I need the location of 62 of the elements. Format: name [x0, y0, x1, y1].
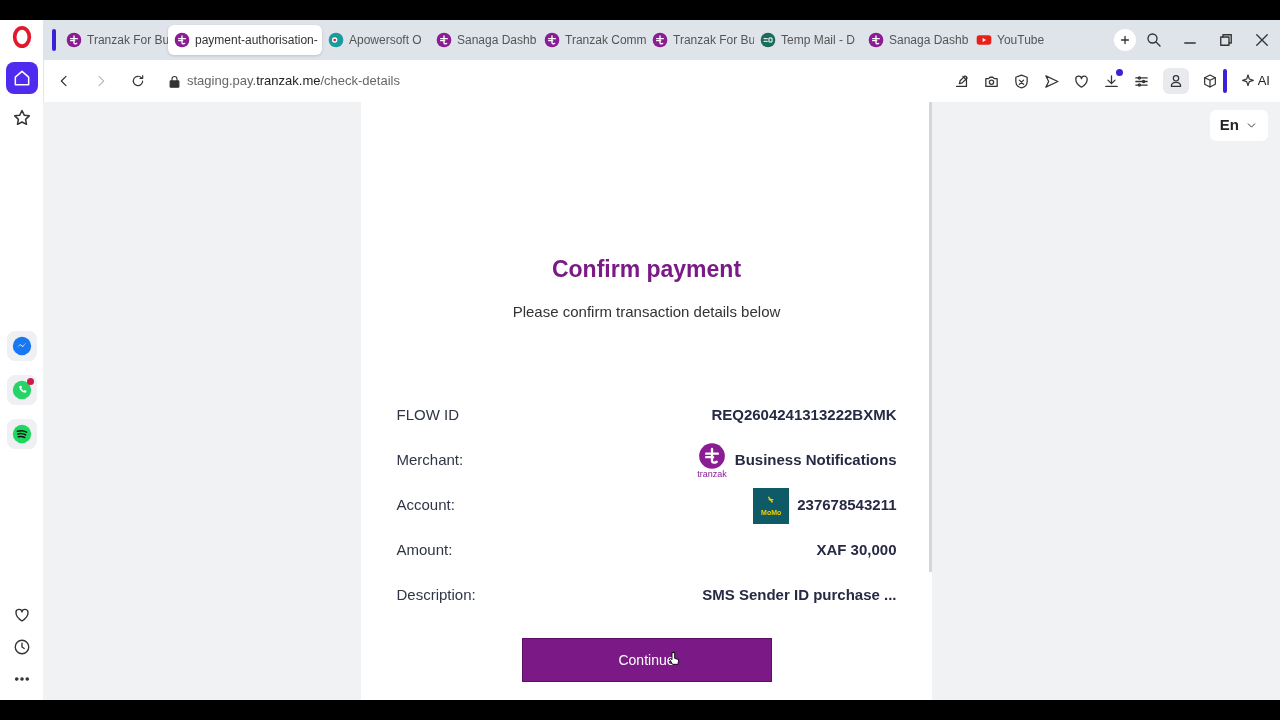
workspace-indicator — [52, 29, 56, 51]
detail-value: 237678543211 — [797, 495, 897, 516]
heart-icon[interactable] — [12, 606, 31, 624]
sidebar-app-button[interactable] — [6, 419, 37, 449]
ai-button[interactable]: AI — [1239, 71, 1270, 91]
spotify-icon — [10, 423, 33, 445]
clock-icon[interactable] — [12, 638, 31, 656]
new-tab-button[interactable] — [1114, 29, 1136, 51]
notification-dot — [26, 378, 34, 385]
detail-value: XAF 30,000 — [816, 540, 897, 561]
browser-tab[interactable]: YouTube — [970, 25, 1078, 55]
browser-tab[interactable]: Temp Mail - D — [754, 25, 862, 55]
detail-value: Business Notifications — [734, 450, 897, 471]
star-icon[interactable] — [11, 108, 32, 128]
detail-value: REQ2604241313222BXMK — [711, 405, 897, 426]
tranzak-logo-icon — [544, 32, 560, 48]
panel-indicator — [1222, 69, 1227, 93]
cube-icon[interactable] — [1201, 73, 1218, 89]
tranzak-logo-icon — [436, 32, 452, 48]
download-icon[interactable] — [1102, 72, 1120, 90]
mail-icon — [760, 32, 776, 48]
tranzak-logo-icon — [868, 32, 884, 48]
camera-icon — [328, 32, 344, 48]
close-icon[interactable] — [1253, 31, 1271, 49]
detail-label: Amount: — [396, 540, 453, 561]
page-title: Confirm payment — [551, 255, 742, 284]
shield-icon[interactable] — [1012, 72, 1030, 90]
profile-button[interactable] — [1162, 68, 1189, 94]
browser-tab[interactable]: Sanaga Dashb — [430, 25, 538, 55]
home-button[interactable] — [5, 62, 38, 94]
restore-icon[interactable] — [1217, 31, 1235, 49]
chat-icon — [10, 379, 33, 401]
browser-tab[interactable]: Tranzak For Bu — [60, 25, 168, 55]
browser-tab[interactable]: Apowersoft O — [322, 25, 430, 55]
address-field[interactable]: staging.pay.tranzak.me/check-details — [187, 71, 940, 91]
sparkle-icon — [1239, 73, 1256, 89]
lock-icon — [167, 73, 182, 89]
tranzak-logo-icon — [652, 32, 668, 48]
tranzak-logo-icon — [174, 32, 190, 48]
merchant-logo: tranzak — [697, 442, 727, 479]
send-icon[interactable] — [1042, 72, 1060, 90]
language-selector[interactable]: En — [1209, 110, 1268, 141]
detail-label: Merchant: — [396, 450, 464, 471]
detail-label: Account: — [396, 495, 455, 516]
heart-icon[interactable] — [1072, 72, 1090, 90]
page-subtitle: Please confirm transaction details below — [512, 301, 781, 322]
search-icon[interactable] — [1145, 31, 1163, 49]
detail-label: FLOW ID — [396, 405, 459, 426]
browser-tab[interactable]: Sanaga Dashb — [862, 25, 970, 55]
messenger-icon — [10, 335, 33, 357]
play-icon — [976, 32, 992, 48]
tranzak-logo-icon — [66, 32, 82, 48]
browser-tab[interactable]: Tranzak Comm — [538, 25, 646, 55]
browser-tab[interactable]: Tranzak For Bu — [646, 25, 754, 55]
browser-tab[interactable]: payment-authorisation- — [168, 25, 322, 55]
reload-icon[interactable] — [130, 73, 146, 89]
detail-label: Description: — [396, 585, 476, 606]
opera-logo-icon[interactable] — [10, 26, 33, 48]
plus-icon — [1119, 34, 1131, 46]
detail-value: SMS Sender ID purchase ... — [702, 585, 897, 606]
continue-button[interactable]: Continue — [521, 638, 772, 682]
tranzak-logo-icon — [698, 442, 727, 470]
